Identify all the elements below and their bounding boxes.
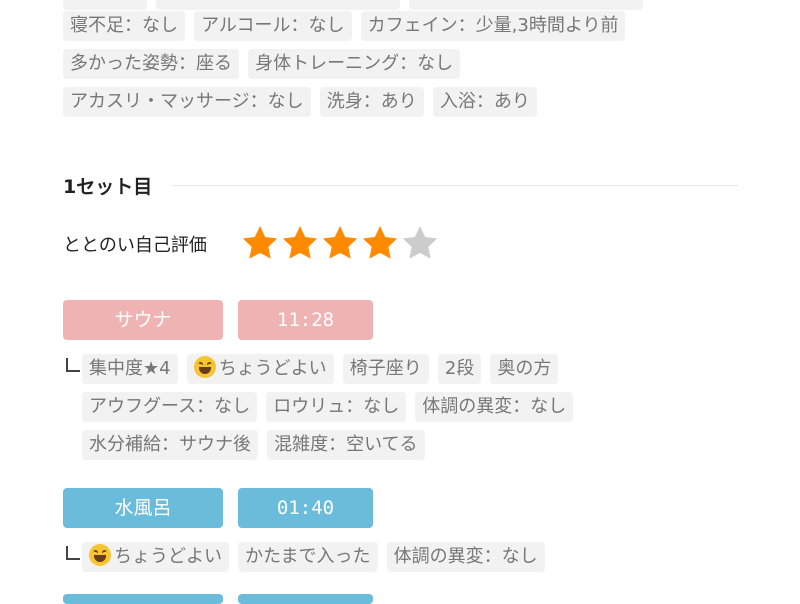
sauna-tag: 椅子座り (342, 354, 429, 384)
laughing-face-icon (193, 356, 216, 378)
water-label: 水風呂 (63, 488, 223, 528)
laughing-face-icon (89, 544, 111, 566)
condition-chip (63, 0, 147, 10)
condition-chip: 多かった姿勢：座る (63, 49, 239, 79)
sauna-tags-row-3: 水分補給：サウナ後 混雑度：空いてる (82, 430, 782, 468)
star-filled-icon (282, 226, 318, 259)
sauna-tag: 集中度★4 (82, 354, 178, 384)
sauna-phase: サウナ 11:28 (63, 300, 373, 340)
condition-chip: 洗身：あり (319, 87, 424, 117)
sauna-label: サウナ (63, 300, 223, 340)
condition-chip: カフェイン：少量,3時間より前 (360, 11, 626, 41)
sauna-tag: 水分補給：サウナ後 (82, 430, 258, 460)
star-rating (240, 223, 440, 263)
rating-label: ととのい自己評価 (63, 235, 207, 256)
sauna-tags-row-2: アウフグース：なし ロウリュ：なし 体調の異変：なし (82, 392, 782, 430)
star-filled-icon (322, 226, 358, 259)
water-tag: 体調の異変：なし (386, 542, 545, 572)
section-divider (172, 185, 738, 186)
set-title: 1セット目 (63, 176, 153, 198)
next-phase-label (63, 594, 223, 604)
condition-chip (156, 0, 401, 10)
sauna-tags-row-1: 集中度★4 ちょうどよい 椅子座り 2段 奥の方 (82, 354, 782, 392)
branch-corner-icon (66, 546, 80, 560)
condition-row-2: 多かった姿勢：座る 身体トレーニング：なし (63, 49, 763, 87)
condition-chip: 入浴：あり (432, 87, 537, 117)
condition-row-1: 寝不足：なし アルコール：なし カフェイン：少量,3時間より前 (63, 11, 763, 49)
sauna-tag: ちょうどよい (186, 354, 334, 384)
water-tag-text: ちょうどよい (114, 546, 222, 567)
sauna-tag: 2段 (437, 354, 482, 384)
branch-corner-icon (66, 358, 80, 372)
water-tag: ちょうどよい (82, 542, 229, 572)
star-empty-icon (402, 226, 438, 259)
water-tag: かたまで入った (238, 542, 378, 572)
sauna-tag-text: ちょうどよい (218, 358, 327, 379)
next-phase-time (238, 594, 373, 604)
sauna-tag: 混雑度：空いてる (267, 430, 425, 460)
star-filled-icon (242, 226, 278, 259)
sauna-tag: ロウリュ：なし (266, 392, 407, 422)
condition-chip: アルコール：なし (194, 11, 352, 41)
water-phase: 水風呂 01:40 (63, 488, 373, 528)
condition-row-3: アカスリ・マッサージ：なし 洗身：あり 入浴：あり (63, 87, 763, 125)
condition-chip: 身体トレーニング：なし (248, 49, 461, 79)
sauna-tag: アウフグース：なし (82, 392, 258, 422)
condition-chip (409, 0, 644, 10)
sauna-time: 11:28 (238, 300, 373, 340)
star-filled-icon (362, 226, 398, 259)
water-time: 01:40 (238, 488, 373, 528)
sauna-tag: 体調の異変：なし (415, 392, 574, 422)
condition-chip: アカスリ・マッサージ：なし (63, 87, 311, 117)
water-tags-row-1: ちょうどよい かたまで入った 体調の異変：なし (82, 542, 782, 580)
sauna-tag: 奥の方 (490, 354, 559, 384)
condition-chip: 寝不足：なし (63, 11, 185, 41)
